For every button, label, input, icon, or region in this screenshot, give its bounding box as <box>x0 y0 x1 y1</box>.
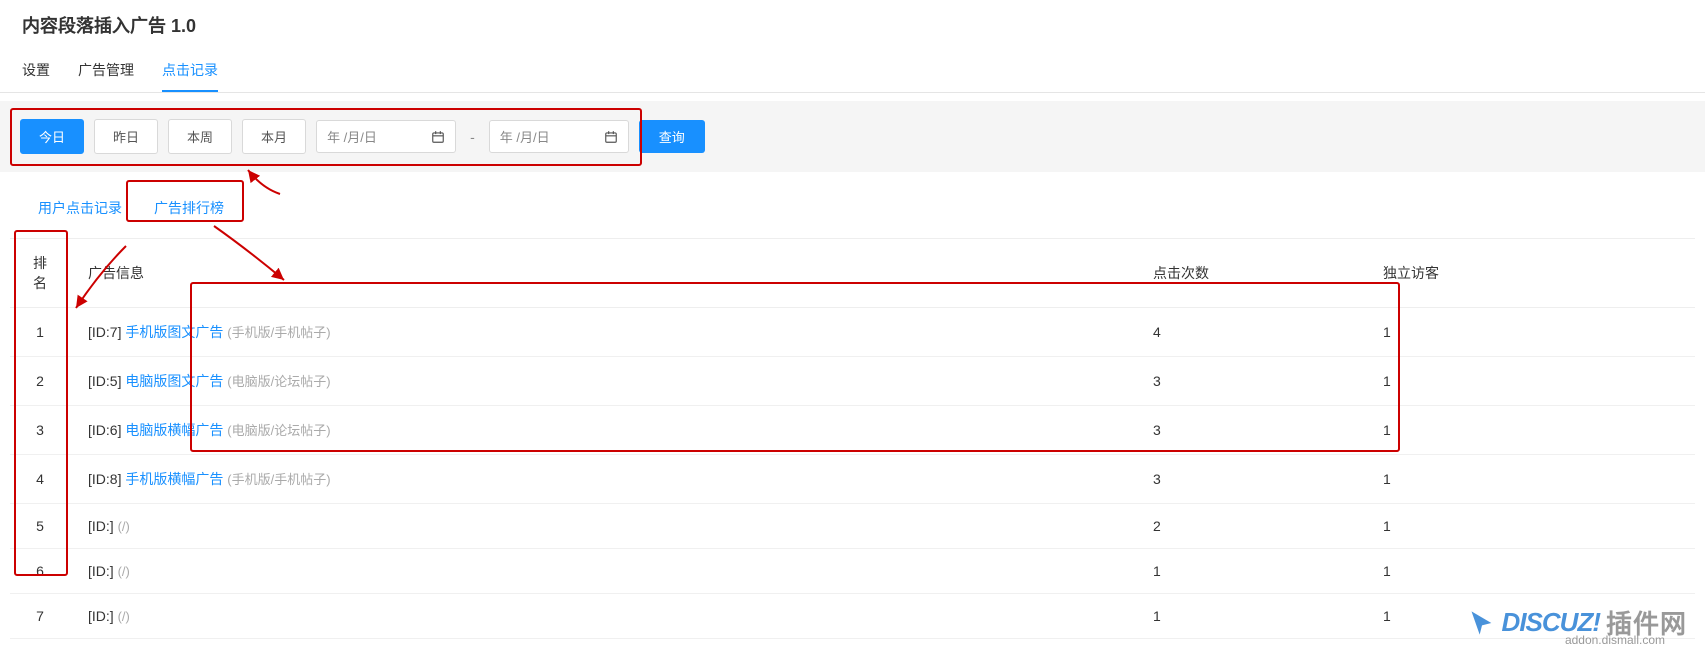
cell-clicks: 2 <box>1135 504 1365 549</box>
query-button[interactable]: 查询 <box>639 120 705 153</box>
cursor-icon <box>1468 609 1496 637</box>
cell-info: [ID:5] 电脑版图文广告 (电脑版/论坛帖子) <box>70 357 1135 406</box>
filter-yesterday-button[interactable]: 昨日 <box>94 119 158 154</box>
header-info: 广告信息 <box>70 239 1135 308</box>
header-visitors: 独立访客 <box>1365 239 1695 308</box>
cell-rank: 5 <box>10 504 70 549</box>
cell-visitors: 1 <box>1365 308 1695 357</box>
table-row: 4[ID:8] 手机版横幅广告 (手机版/手机帖子)31 <box>10 455 1695 504</box>
ad-meta: (电脑版/论坛帖子) <box>227 423 330 438</box>
ad-meta: (/) <box>118 609 130 624</box>
date-start-input[interactable]: 年 /月/日 <box>316 120 456 153</box>
cell-info: [ID:7] 手机版图文广告 (手机版/手机帖子) <box>70 308 1135 357</box>
date-end-placeholder: 年 /月/日 <box>500 127 550 146</box>
watermark: DISCUZ! 插件网 addon.dismall.com <box>1468 604 1687 641</box>
cell-clicks: 3 <box>1135 406 1365 455</box>
cell-info: [ID:] (/) <box>70 549 1135 594</box>
ad-meta: (电脑版/论坛帖子) <box>227 374 330 389</box>
filter-bar: 今日 昨日 本周 本月 年 /月/日 - 年 /月/日 查询 <box>0 101 1705 172</box>
cell-info: [ID:] (/) <box>70 594 1135 639</box>
cell-rank: 4 <box>10 455 70 504</box>
ad-meta: (/) <box>118 564 130 579</box>
cell-rank: 7 <box>10 594 70 639</box>
sub-tab-user-click-log[interactable]: 用户点击记录 <box>22 190 138 226</box>
ad-id: [ID:] <box>88 563 114 579</box>
tab-click-log[interactable]: 点击记录 <box>162 50 218 92</box>
table-row: 1[ID:7] 手机版图文广告 (手机版/手机帖子)41 <box>10 308 1695 357</box>
ranking-table-wrap: 排名 广告信息 点击次数 独立访客 1[ID:7] 手机版图文广告 (手机版/手… <box>0 238 1705 649</box>
table-row: 2[ID:5] 电脑版图文广告 (电脑版/论坛帖子)31 <box>10 357 1695 406</box>
table-row: 3[ID:6] 电脑版横幅广告 (电脑版/论坛帖子)31 <box>10 406 1695 455</box>
ranking-table: 排名 广告信息 点击次数 独立访客 1[ID:7] 手机版图文广告 (手机版/手… <box>10 238 1695 639</box>
ad-name-link[interactable]: 手机版横幅广告 <box>125 471 223 487</box>
filter-today-button[interactable]: 今日 <box>20 119 84 154</box>
ad-id: [ID:] <box>88 518 114 534</box>
cell-visitors: 1 <box>1365 549 1695 594</box>
header-clicks: 点击次数 <box>1135 239 1365 308</box>
cell-clicks: 1 <box>1135 594 1365 639</box>
ad-meta: (手机版/手机帖子) <box>227 325 330 340</box>
tab-ad-manage[interactable]: 广告管理 <box>78 50 134 92</box>
ad-id: [ID:5] <box>88 373 121 389</box>
ad-name-link[interactable]: 电脑版横幅广告 <box>125 422 223 438</box>
cell-visitors: 1 <box>1365 357 1695 406</box>
cell-clicks: 3 <box>1135 357 1365 406</box>
ad-id: [ID:8] <box>88 471 121 487</box>
date-start-placeholder: 年 /月/日 <box>327 127 377 146</box>
cell-info: [ID:] (/) <box>70 504 1135 549</box>
calendar-icon <box>604 130 618 144</box>
filter-this-week-button[interactable]: 本周 <box>168 119 232 154</box>
cell-info: [ID:8] 手机版横幅广告 (手机版/手机帖子) <box>70 455 1135 504</box>
cell-visitors: 1 <box>1365 504 1695 549</box>
table-row: 5[ID:] (/)21 <box>10 504 1695 549</box>
main-tabs: 设置 广告管理 点击记录 <box>0 50 1705 93</box>
cell-rank: 6 <box>10 549 70 594</box>
calendar-icon <box>431 130 445 144</box>
page-title: 内容段落插入广告 1.0 <box>0 0 1705 50</box>
cell-clicks: 3 <box>1135 455 1365 504</box>
cell-clicks: 1 <box>1135 549 1365 594</box>
header-rank: 排名 <box>10 239 70 308</box>
filter-this-month-button[interactable]: 本月 <box>242 119 306 154</box>
ad-meta: (/) <box>118 519 130 534</box>
cell-visitors: 1 <box>1365 406 1695 455</box>
ad-id: [ID:7] <box>88 324 121 340</box>
cell-rank: 2 <box>10 357 70 406</box>
tab-settings[interactable]: 设置 <box>22 50 50 92</box>
date-separator: - <box>466 129 479 145</box>
ad-meta: (手机版/手机帖子) <box>227 472 330 487</box>
ad-id: [ID:6] <box>88 422 121 438</box>
cell-clicks: 4 <box>1135 308 1365 357</box>
ad-name-link[interactable]: 手机版图文广告 <box>125 324 223 340</box>
table-row: 7[ID:] (/)11 <box>10 594 1695 639</box>
table-header-row: 排名 广告信息 点击次数 独立访客 <box>10 239 1695 308</box>
cell-visitors: 1 <box>1365 455 1695 504</box>
ad-id: [ID:] <box>88 608 114 624</box>
cell-rank: 1 <box>10 308 70 357</box>
date-end-input[interactable]: 年 /月/日 <box>489 120 629 153</box>
cell-rank: 3 <box>10 406 70 455</box>
table-row: 6[ID:] (/)11 <box>10 549 1695 594</box>
sub-tabs: 用户点击记录 广告排行榜 <box>0 172 1705 238</box>
cell-info: [ID:6] 电脑版横幅广告 (电脑版/论坛帖子) <box>70 406 1135 455</box>
sub-tab-ad-ranking[interactable]: 广告排行榜 <box>138 190 240 226</box>
watermark-sub: addon.dismall.com <box>1565 633 1665 647</box>
ad-name-link[interactable]: 电脑版图文广告 <box>125 373 223 389</box>
